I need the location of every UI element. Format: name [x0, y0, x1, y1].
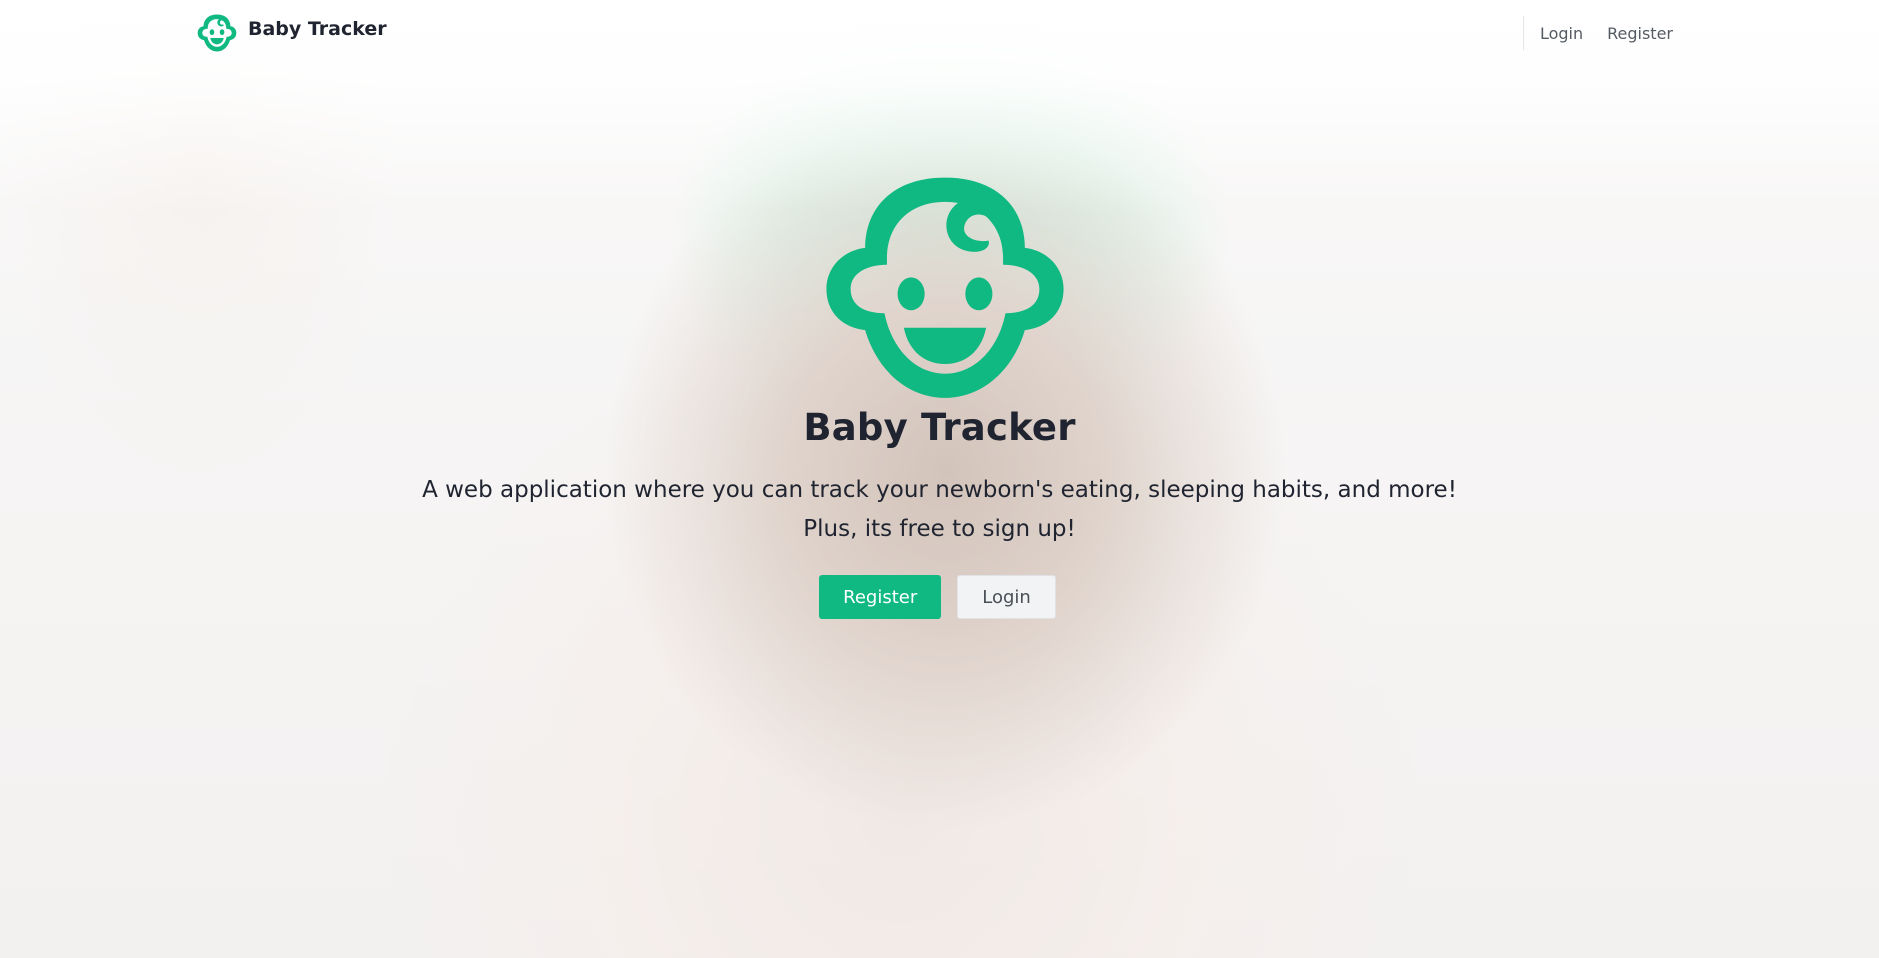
brand-label: Baby Tracker — [248, 18, 387, 40]
hero-actions: Register Login — [0, 575, 1879, 619]
landing-page: Baby Tracker Login Register Baby Tracker… — [0, 0, 1879, 958]
nav-register-link[interactable]: Register — [1607, 24, 1673, 43]
baby-face-icon — [826, 177, 1064, 398]
baby-face-icon — [197, 14, 237, 52]
nav-links: Login Register — [1522, 16, 1673, 50]
hero-tagline-line-2: Plus, its free to sign up! — [803, 516, 1076, 542]
login-button[interactable]: Login — [957, 575, 1056, 619]
brand-link[interactable]: Baby Tracker — [196, 12, 387, 54]
nav-login-link[interactable]: Login — [1540, 24, 1583, 43]
hero-title: Baby Tracker — [803, 406, 1076, 449]
navbar: Baby Tracker Login Register — [0, 0, 1879, 64]
register-button[interactable]: Register — [819, 575, 942, 619]
hero-tagline: A web application where you can track yo… — [0, 471, 1879, 549]
hero-section: Baby Tracker A web application where you… — [0, 0, 1879, 958]
hero-tagline-line-1: A web application where you can track yo… — [422, 477, 1457, 503]
